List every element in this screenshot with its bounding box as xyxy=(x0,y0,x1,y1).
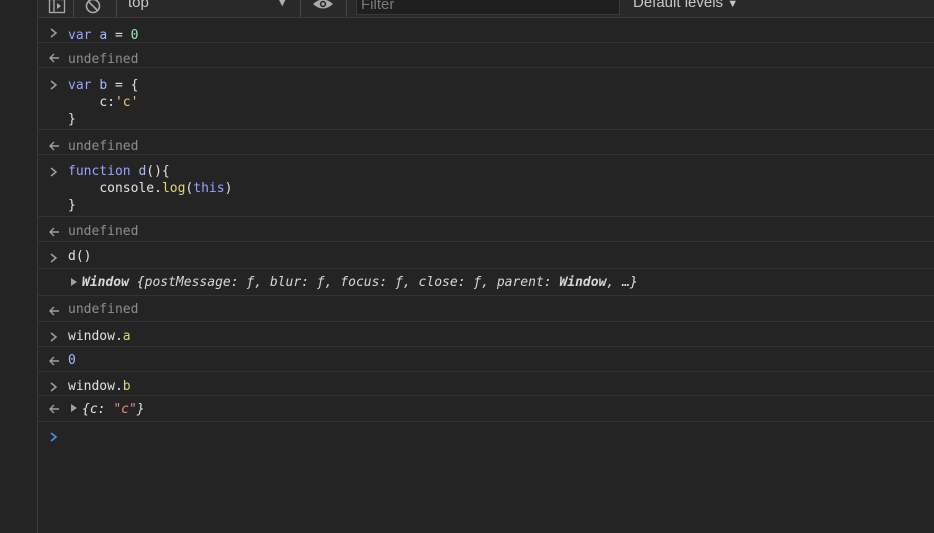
console-input-entry: function d(){ console.log(this) } xyxy=(38,155,934,217)
result-value: undefined xyxy=(68,224,139,239)
result-value: undefined xyxy=(68,302,139,317)
sidebar-edge xyxy=(0,0,38,533)
console-input-entry: d() xyxy=(38,242,934,269)
toolbar-separator xyxy=(300,0,301,17)
console-result-entry: undefined xyxy=(38,296,934,322)
console-prompt[interactable] xyxy=(38,422,934,452)
console-input-entry: var b = { c:'c' } xyxy=(38,68,934,130)
code-line: window.a xyxy=(68,329,131,344)
code-line: d() xyxy=(68,249,92,264)
input-prompt-icon xyxy=(47,329,61,347)
log-levels-dropdown[interactable]: Default levels ▼ xyxy=(633,0,738,11)
code-line: } xyxy=(68,112,76,127)
result-value: 0 xyxy=(68,353,76,368)
eye-icon[interactable] xyxy=(312,0,334,17)
input-prompt-icon xyxy=(47,250,61,268)
console-log-entry: Window {postMessage: ƒ, blur: ƒ, focus: … xyxy=(38,269,934,296)
show-sidebar-icon[interactable] xyxy=(48,0,66,17)
input-prompt-icon xyxy=(47,77,61,95)
console-input-entry: var a = 0 xyxy=(38,18,934,43)
console-toolbar: top ▼ Default levels ▼ xyxy=(38,0,934,18)
console-result-entry: undefined xyxy=(38,43,934,68)
log-levels-label: Default levels xyxy=(633,0,724,11)
logged-object[interactable]: Window {postMessage: ƒ, blur: ƒ, focus: … xyxy=(82,274,638,292)
result-arrow-icon xyxy=(47,138,61,156)
code-line: window.b xyxy=(68,379,131,394)
console-result-entry: 0 xyxy=(38,347,934,372)
toolbar-separator xyxy=(346,0,347,17)
toolbar-separator xyxy=(73,0,74,17)
logged-object[interactable]: {c: "c"} xyxy=(82,401,145,419)
result-value: undefined xyxy=(68,52,139,67)
input-prompt-icon xyxy=(47,25,61,43)
expand-triangle-icon[interactable] xyxy=(71,404,77,412)
chevron-down-icon[interactable]: ▼ xyxy=(278,0,286,8)
code-line: c:'c' xyxy=(99,95,139,110)
code-line: } xyxy=(68,198,76,213)
chevron-down-icon: ▼ xyxy=(727,0,739,10)
result-value: undefined xyxy=(68,139,139,154)
console-result-entry: undefined xyxy=(38,217,934,242)
code-line: console.log(this) xyxy=(99,181,233,196)
input-prompt-icon xyxy=(47,164,61,182)
clear-console-icon[interactable] xyxy=(84,0,102,17)
code-line: var b = { xyxy=(68,78,139,93)
console-messages[interactable]: var a = 0 undefined var b = { c:'c' } un… xyxy=(38,18,934,533)
toolbar-separator xyxy=(116,0,117,17)
code-line: function d(){ xyxy=(68,164,170,179)
active-prompt-icon xyxy=(47,429,61,447)
filter-input[interactable] xyxy=(356,0,620,15)
console-input-entry: window.b xyxy=(38,372,934,396)
console-result-entry: undefined xyxy=(38,130,934,155)
result-arrow-icon xyxy=(47,401,61,419)
input-prompt-icon xyxy=(47,379,61,397)
expand-triangle-icon[interactable] xyxy=(71,278,77,286)
console-input-entry: window.a xyxy=(38,322,934,347)
result-arrow-icon xyxy=(47,303,61,321)
console-result-entry: {c: "c"} xyxy=(38,396,934,422)
result-arrow-icon xyxy=(47,353,61,371)
context-selector[interactable]: top xyxy=(128,0,149,11)
devtools-console-window: top ▼ Default levels ▼ var a = 0 u xyxy=(0,0,934,533)
result-arrow-icon xyxy=(47,50,61,68)
result-arrow-icon xyxy=(47,224,61,242)
